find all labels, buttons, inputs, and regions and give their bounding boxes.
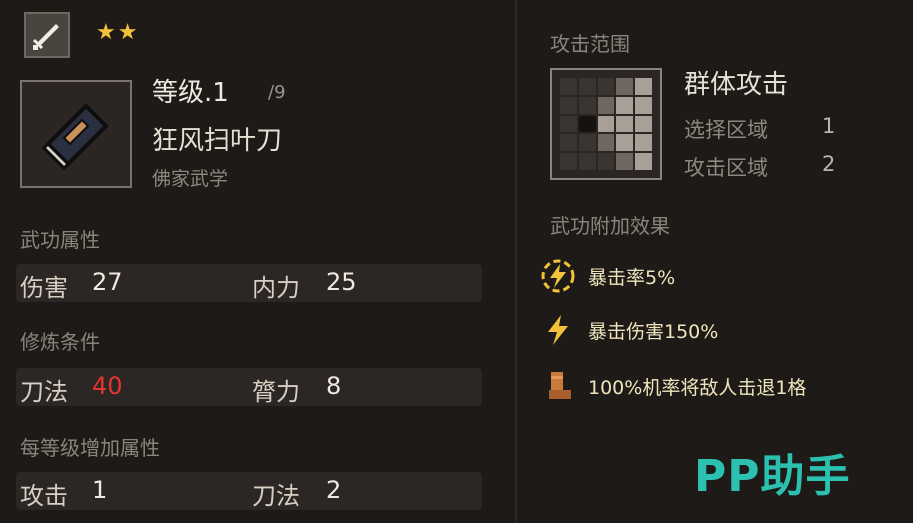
- per-level-row: 攻击 1 刀法 2: [16, 472, 482, 510]
- requirements-row: 刀法 40 膂力 8: [16, 368, 482, 406]
- attack-range-grid: [550, 68, 662, 180]
- damage-value: 27: [92, 268, 123, 296]
- effect-crit-rate-text: 暴击率5%: [588, 266, 676, 289]
- column-divider: [515, 0, 517, 523]
- inner-power-label: 内力: [252, 274, 300, 302]
- attack-value: 1: [92, 476, 108, 504]
- skill-name: 狂风扫叶刀: [152, 126, 283, 156]
- attack-range-type: 群体攻击: [684, 70, 789, 100]
- attack-range-label: 攻击范围: [550, 32, 630, 56]
- attributes-row: 伤害 27 内力 25: [16, 264, 482, 302]
- effect-knockback-text: 100%机率将敌人击退1格: [588, 376, 807, 399]
- effect-item: 暴击率5%: [540, 256, 675, 296]
- effects-label: 武功附加效果: [550, 214, 670, 238]
- lightning-icon: [540, 312, 576, 348]
- effect-item: 暴击伤害150%: [540, 310, 718, 350]
- effect-crit-damage-text: 暴击伤害150%: [588, 320, 719, 343]
- requirements-label: 修炼条件: [20, 330, 100, 354]
- boot-icon: [540, 368, 576, 404]
- blade-skill-label: 刀法: [20, 378, 68, 406]
- attack-area-value: 2: [822, 152, 836, 176]
- effect-item: 100%机率将敌人击退1格: [540, 366, 806, 406]
- arm-strength-label: 膂力: [252, 378, 300, 406]
- rarity-stars: ★★: [96, 20, 140, 45]
- arm-strength-value: 8: [326, 372, 342, 400]
- sword-icon: [32, 24, 59, 50]
- book-icon: [41, 103, 109, 171]
- per-level-label: 每等级增加属性: [20, 436, 160, 460]
- damage-label: 伤害: [20, 274, 68, 302]
- skill-level-max: /9: [268, 82, 286, 103]
- select-area-value: 1: [822, 114, 836, 138]
- inner-power-value: 25: [326, 268, 357, 296]
- skill-book-slot[interactable]: [20, 80, 132, 188]
- lightning-circle-icon: [540, 258, 576, 294]
- blade-skill-requirement-value: 40: [92, 372, 123, 400]
- watermark-logo: PP助手: [694, 451, 851, 502]
- blade-bonus-value: 2: [326, 476, 342, 504]
- select-area-label: 选择区域: [684, 118, 768, 142]
- weapon-type-badge: [24, 12, 70, 58]
- skill-school: 佛家武学: [152, 168, 229, 190]
- skill-level: 等级.1: [152, 78, 229, 108]
- attack-area-label: 攻击区域: [684, 156, 768, 180]
- attributes-label: 武功属性: [20, 228, 100, 252]
- blade-bonus-label: 刀法: [252, 482, 300, 510]
- attack-label: 攻击: [20, 482, 68, 510]
